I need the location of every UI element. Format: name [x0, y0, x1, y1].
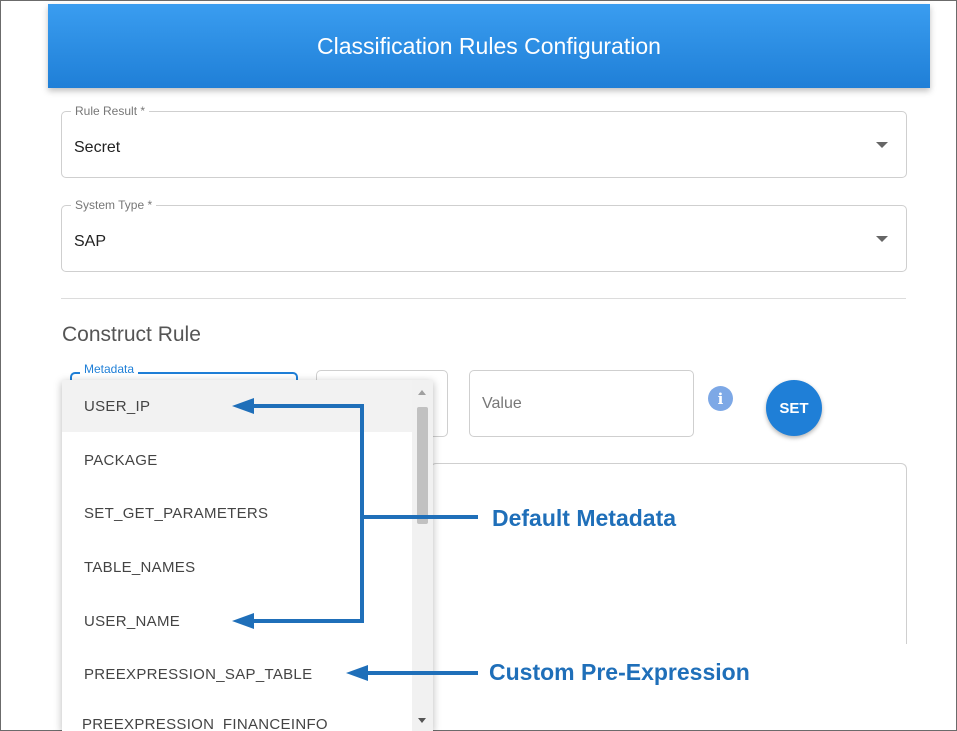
metadata-dropdown-list[interactable]: USER_IP PACKAGE SET_GET_PARAMETERS TABLE…	[62, 380, 433, 731]
system-type-label: System Type *	[71, 198, 157, 212]
rule-expression-area[interactable]	[430, 463, 907, 644]
custom-pre-expression-annotation: Custom Pre-Expression	[489, 659, 750, 685]
list-item-package[interactable]: PACKAGE	[62, 434, 412, 486]
rule-result-label: Rule Result *	[71, 104, 150, 118]
list-item-table-names[interactable]: TABLE_NAMES	[62, 541, 412, 593]
scroll-up-icon[interactable]	[418, 390, 426, 395]
info-icon[interactable]: i	[708, 386, 733, 411]
scroll-down-icon[interactable]	[418, 718, 426, 723]
rule-result-value: Secret	[74, 139, 121, 156]
page-title: Classification Rules Configuration	[317, 32, 661, 59]
list-item-preexpression-financeinfo[interactable]: PREEXPRESSION_FINANCEINFO	[62, 698, 412, 731]
list-item-preexpression-sap-table[interactable]: PREEXPRESSION_SAP_TABLE	[62, 648, 412, 700]
system-type-value: SAP	[74, 233, 107, 250]
section-divider	[61, 298, 906, 299]
metadata-label: Metadata	[80, 362, 139, 376]
chevron-down-icon	[876, 142, 888, 148]
default-metadata-annotation: Default Metadata	[492, 505, 677, 531]
value-input[interactable]: Value	[469, 370, 694, 437]
rule-result-select[interactable]: Rule Result * Secret	[61, 104, 907, 178]
set-button[interactable]: SET	[766, 380, 822, 436]
list-item-user-ip[interactable]: USER_IP	[62, 380, 412, 432]
dropdown-scrollbar[interactable]	[412, 380, 433, 731]
construct-rule-title: Construct Rule	[62, 323, 201, 346]
value-placeholder: Value	[482, 395, 522, 412]
scrollbar-thumb[interactable]	[417, 407, 428, 524]
list-item-user-name[interactable]: USER_NAME	[62, 595, 412, 647]
system-type-select[interactable]: System Type * SAP	[61, 198, 907, 272]
list-item-set-get-parameters[interactable]: SET_GET_PARAMETERS	[62, 487, 412, 539]
page-header: Classification Rules Configuration	[48, 4, 930, 88]
chevron-down-icon	[876, 236, 888, 242]
